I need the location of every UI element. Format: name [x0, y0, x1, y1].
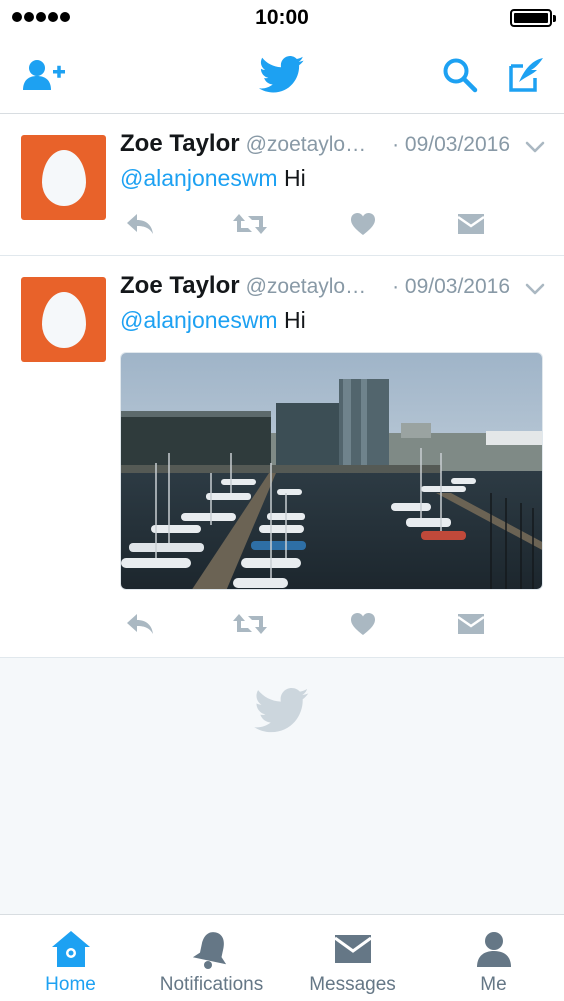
chevron-down-icon[interactable]: [524, 278, 546, 300]
reply-button[interactable]: [120, 208, 160, 240]
tab-me[interactable]: Me: [423, 915, 564, 1001]
user-handle[interactable]: @zoetaylo…: [246, 275, 367, 298]
retweet-button[interactable]: [230, 608, 270, 640]
tweet[interactable]: Zoe Taylor @zoetaylo… · 09/03/2016 @alanj…: [0, 114, 564, 256]
home-icon: [51, 931, 90, 967]
tweet-text: @alanjoneswm Hi: [120, 307, 306, 334]
envelope-icon: [457, 214, 485, 234]
nav-bar: [0, 36, 564, 114]
battery-icon: [510, 9, 556, 27]
tweet-body: Hi: [283, 165, 306, 191]
egg-avatar-icon: [41, 149, 86, 206]
user-handle[interactable]: @zoetaylo…: [246, 133, 367, 156]
tab-label: Messages: [309, 974, 396, 995]
retweet-icon: [233, 214, 267, 234]
direct-message-button[interactable]: [451, 608, 491, 640]
tweet-date: · 09/03/2016: [392, 275, 510, 298]
mention-link[interactable]: @alanjoneswm: [120, 165, 278, 191]
like-button[interactable]: [343, 208, 383, 240]
tab-label: Home: [45, 974, 96, 995]
status-bar: 10:00: [0, 0, 564, 36]
tweet[interactable]: Zoe Taylor @zoetaylo… · 09/03/2016 @alanj…: [0, 256, 564, 658]
tweet-date: · 09/03/2016: [392, 133, 510, 156]
twitter-bird-icon: [259, 56, 305, 93]
tweet-header: Zoe Taylor @zoetaylo… · 09/03/2016: [120, 130, 550, 160]
tab-label: Me: [480, 974, 507, 995]
tab-home[interactable]: Home: [0, 915, 141, 1001]
egg-avatar-icon: [41, 291, 86, 348]
display-name[interactable]: Zoe Taylor: [120, 130, 240, 157]
twitter-logo: [259, 52, 305, 98]
tab-messages[interactable]: Messages: [282, 915, 423, 1001]
search-button[interactable]: [437, 52, 483, 98]
retweet-button[interactable]: [230, 208, 270, 240]
chevron-down-icon[interactable]: [524, 136, 546, 158]
tab-notifications[interactable]: Notifications: [141, 915, 282, 1001]
avatar[interactable]: [21, 135, 106, 220]
timeline: Zoe Taylor @zoetaylo… · 09/03/2016 @alanj…: [0, 114, 564, 658]
retweet-icon: [233, 614, 267, 634]
add-user-button[interactable]: [22, 52, 68, 98]
add-user-icon: [23, 60, 65, 90]
envelope-icon: [457, 614, 485, 634]
status-time: 10:00: [255, 6, 309, 29]
tweet-actions: [120, 608, 520, 640]
tab-label: Notifications: [159, 974, 264, 995]
mention-link[interactable]: @alanjoneswm: [120, 307, 278, 333]
display-name[interactable]: Zoe Taylor: [120, 272, 240, 299]
tweet-photo[interactable]: [120, 352, 543, 590]
search-icon: [443, 58, 478, 93]
direct-message-button[interactable]: [451, 208, 491, 240]
tab-bar: Home Notifications Messages Me: [0, 914, 564, 1001]
marina-photo: [121, 353, 542, 589]
envelope-icon: [333, 935, 372, 963]
compose-icon: [509, 58, 543, 92]
tweet-text: @alanjoneswm Hi: [120, 165, 306, 192]
bell-icon: [192, 932, 226, 969]
heart-icon: [351, 613, 375, 635]
like-button[interactable]: [343, 608, 383, 640]
reply-icon: [127, 614, 153, 634]
compose-button[interactable]: [503, 52, 549, 98]
timeline-end: [0, 658, 564, 914]
tweet-header: Zoe Taylor @zoetaylo… · 09/03/2016: [120, 272, 550, 302]
heart-icon: [351, 213, 375, 235]
twitter-bird-icon: [254, 688, 309, 733]
reply-icon: [127, 214, 153, 234]
tweet-actions: [120, 208, 520, 240]
avatar[interactable]: [21, 277, 106, 362]
person-icon: [476, 932, 511, 967]
reply-button[interactable]: [120, 608, 160, 640]
tweet-body: Hi: [283, 307, 306, 333]
